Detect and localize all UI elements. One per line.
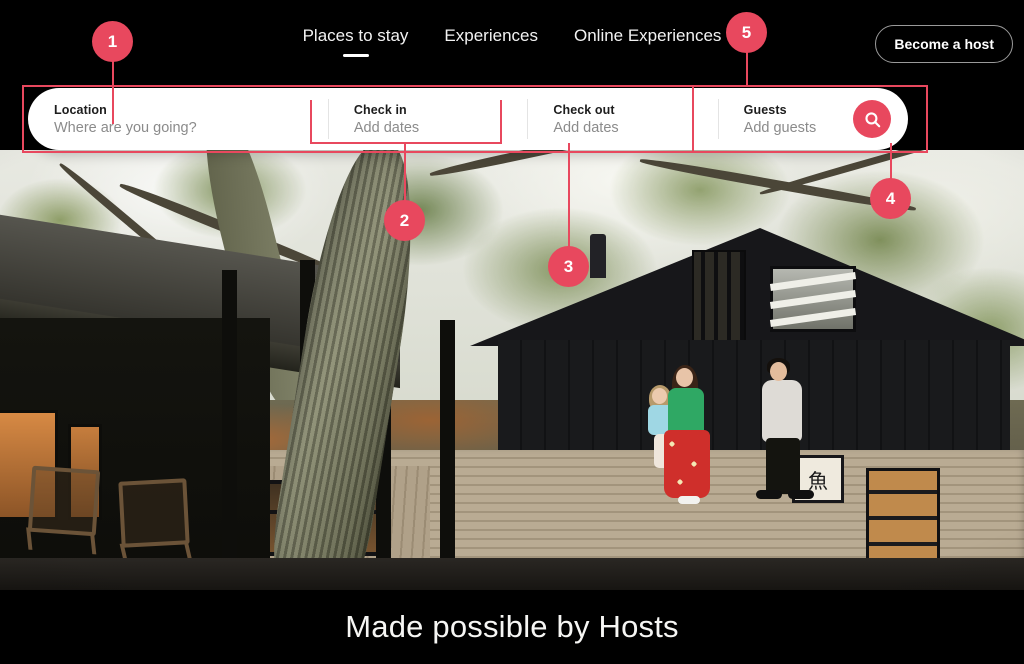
search-bar[interactable]: Location Where are you going? Check in A… [28,88,908,150]
deck-chair [118,478,190,548]
man-figure [756,358,816,502]
porch-post [222,270,237,590]
woman-figure [660,365,714,508]
cabin-gable-window [769,266,857,332]
checkout-label: Check out [553,102,615,117]
primary-nav: Places to stay Experiences Online Experi… [0,26,1024,56]
hero-caption: Made possible by Hosts [0,590,1024,664]
search-icon [864,111,880,127]
nav-places-to-stay[interactable]: Places to stay [303,26,409,56]
location-input[interactable]: Where are you going? [54,120,328,136]
location-label: Location [54,102,107,117]
airbnb-homepage-screenshot: 魚 Places to stay Experiences Online Expe… [0,0,1024,664]
cabin-roof [470,228,1024,346]
search-field-checkin[interactable]: Check in Add dates [327,97,527,141]
hero-photo: 魚 [0,150,1024,590]
main-cabin [470,228,1024,515]
search-button[interactable] [853,100,891,138]
nav-online-experiences[interactable]: Online Experiences [574,26,721,56]
caption-text: Made possible by Hosts [345,609,679,644]
search-field-location[interactable]: Location Where are you going? [28,97,328,141]
checkout-input[interactable]: Add dates [553,120,717,136]
deck-edge [0,558,1024,590]
nav-experiences[interactable]: Experiences [444,26,538,56]
deck-chair [27,465,101,537]
checkin-input[interactable]: Add dates [354,120,527,136]
chimney [590,234,606,278]
checkin-label: Check in [353,102,407,117]
become-a-host-button[interactable]: Become a host [875,25,1013,63]
porch-post [440,320,455,590]
search-field-checkout[interactable]: Check out Add dates [527,97,717,141]
